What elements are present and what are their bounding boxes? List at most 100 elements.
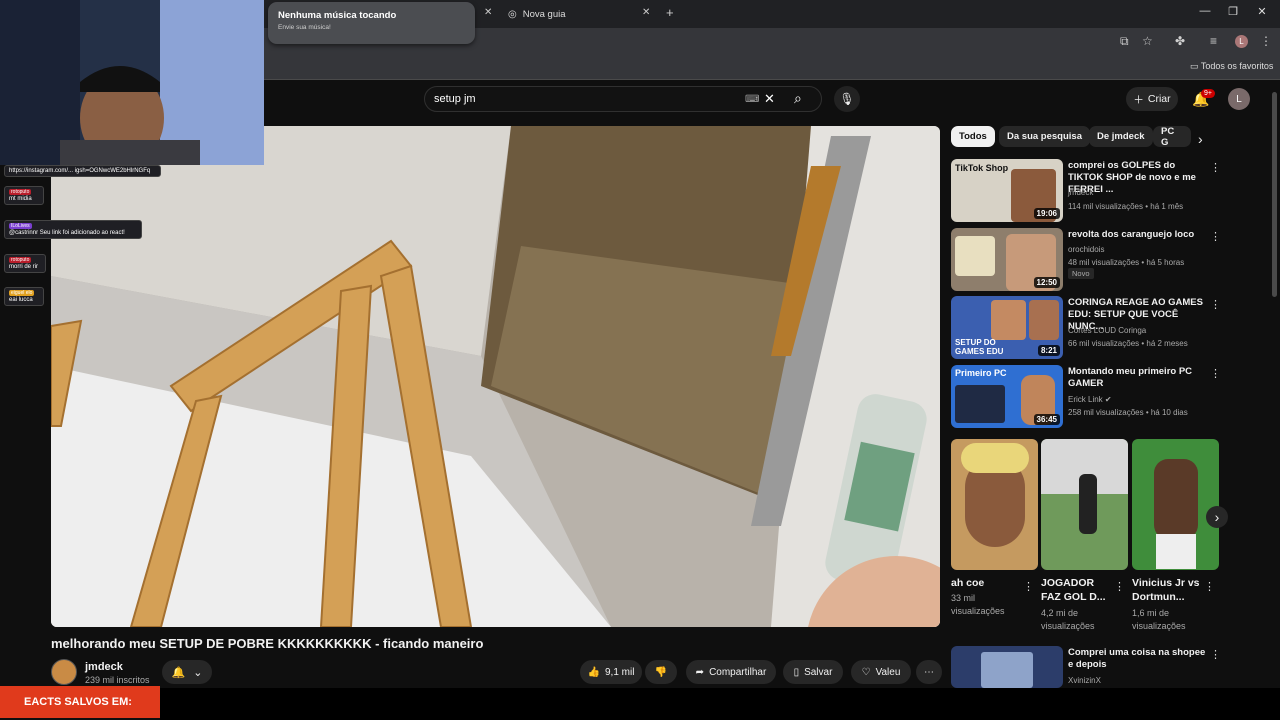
- short-thumbnail[interactable]: [951, 439, 1038, 570]
- install-app-icon[interactable]: ⧉: [1120, 34, 1129, 49]
- tab-label: Nova guia: [522, 8, 566, 20]
- folder-icon: ▭: [1190, 61, 1199, 71]
- chip-todos[interactable]: Todos: [951, 126, 995, 147]
- recommendation-item[interactable]: Primeiro PC 36:45 Montando meu primeiro …: [951, 365, 1271, 429]
- chevron-right-icon[interactable]: ›: [1198, 131, 1203, 147]
- recommendation-channel: Cortes LOUD Coringa: [1068, 326, 1147, 335]
- create-button[interactable]: ＋ Criar: [1126, 87, 1178, 111]
- thumbs-up-icon: 👍: [587, 666, 600, 678]
- extensions-icon[interactable]: ✤: [1175, 34, 1185, 48]
- short-title[interactable]: JOGADOR FAZ GOL D...: [1041, 576, 1111, 604]
- more-actions-button[interactable]: ⋯: [916, 660, 942, 684]
- super-thanks-icon: ♡: [861, 666, 871, 678]
- more-options-icon[interactable]: ⋮: [1114, 580, 1125, 593]
- chat-message: https://instagram.com/... igsh=OGNwcWE2b…: [4, 165, 161, 177]
- search-box[interactable]: [424, 86, 822, 112]
- recommendation-title: revolta dos caranguejo loco: [1068, 229, 1195, 240]
- chip-de-jmdeck[interactable]: De jmdeck: [1089, 126, 1153, 147]
- mic-button[interactable]: 🎙: [834, 86, 860, 112]
- music-notification: Nenhuma música tocando Envie sua música!: [268, 2, 475, 44]
- video-frame: [51, 126, 940, 627]
- short-title[interactable]: ah coe: [951, 576, 1021, 590]
- subscription-bell-button[interactable]: 🔔 ⌄: [162, 660, 212, 684]
- recommendation-meta: 66 mil visualizações • há 2 meses: [1068, 339, 1188, 348]
- minimize-icon[interactable]: —: [1196, 5, 1214, 17]
- recommendation-title: Montando meu primeiro PC GAMER: [1068, 366, 1193, 389]
- new-tab-icon[interactable]: +: [666, 5, 674, 20]
- chevron-right-icon: ›: [1214, 509, 1220, 525]
- video-thumbnail: TikTok Shop 19:06: [951, 159, 1063, 222]
- chat-message: rotoputo morri de rir: [4, 254, 46, 273]
- recommendation-channel: jmdeck: [1068, 188, 1094, 197]
- react-banner: EACTS SALVOS EM:: [0, 686, 160, 718]
- search-input[interactable]: setup jm: [434, 93, 476, 105]
- more-options-icon[interactable]: ⋮: [1210, 298, 1221, 311]
- short-thumbnail[interactable]: [1132, 439, 1219, 570]
- recommendation-item[interactable]: 12:50 revolta dos caranguejo loco orochi…: [951, 228, 1271, 292]
- scrollbar[interactable]: [1272, 92, 1277, 297]
- share-icon: ➦: [695, 666, 705, 678]
- recommendation-channel: XvinizinX: [1068, 676, 1101, 685]
- chat-message: ILoLives @castrinnr Seu link foi adiciona…: [4, 220, 142, 239]
- more-options-icon[interactable]: ⋮: [1210, 367, 1221, 380]
- thumbs-down-icon: 👎: [654, 666, 668, 678]
- more-options-icon[interactable]: ⋮: [1210, 161, 1221, 174]
- more-options-icon[interactable]: ⋮: [1210, 648, 1221, 661]
- recommendation-item[interactable]: TikTok Shop 19:06 comprei os GOLPES do T…: [951, 159, 1271, 223]
- recommendation-item[interactable]: Comprei uma coisa na shopee e depois Xvi…: [951, 646, 1271, 710]
- webcam-overlay: [0, 0, 264, 165]
- chip-pc-gamer[interactable]: PC G: [1153, 126, 1191, 147]
- dislike-button[interactable]: 👎: [645, 660, 677, 684]
- menu-dots-icon[interactable]: ⋮: [1260, 34, 1272, 48]
- new-badge: Novo: [1068, 268, 1094, 279]
- bell-icon: 🔔: [171, 666, 186, 679]
- close-tab-icon[interactable]: ✕: [484, 7, 492, 18]
- short-views: 33 mil visualizações: [951, 593, 1005, 616]
- plus-icon: ＋: [1133, 93, 1144, 106]
- chat-message: rotoputo mt midia: [4, 186, 44, 205]
- video-player[interactable]: [51, 126, 940, 627]
- close-window-icon[interactable]: ✕: [1253, 5, 1271, 18]
- short-title[interactable]: Vinicius Jr vs Dortmun...: [1132, 576, 1202, 604]
- channel-avatar[interactable]: [51, 659, 77, 685]
- tab-new-tab[interactable]: ◎ Nova guia: [508, 4, 658, 24]
- recommendation-meta: 114 mil visualizações • há 1 mês: [1068, 202, 1184, 211]
- notification-count-badge: 9+: [1201, 89, 1215, 98]
- chip-da-sua-pesquisa[interactable]: Da sua pesquisa: [999, 126, 1090, 147]
- chat-message: eiguel elo eai lucca: [4, 287, 44, 306]
- thanks-button[interactable]: ♡ Valeu: [851, 660, 911, 684]
- more-dots-icon: ⋯: [924, 666, 934, 678]
- media-icon[interactable]: ≡: [1210, 34, 1217, 48]
- short-views: 1,6 mi de visualizações: [1132, 608, 1186, 631]
- more-options-icon[interactable]: ⋮: [1210, 230, 1221, 243]
- search-icon[interactable]: ⌕: [794, 90, 802, 107]
- webcam-image: [0, 0, 264, 165]
- bookmark-icon: ▯: [793, 666, 800, 678]
- bookmark-star-icon[interactable]: ☆: [1142, 34, 1153, 48]
- subscriber-count: 239 mil inscritos: [85, 675, 150, 685]
- more-options-icon[interactable]: ⋮: [1204, 580, 1215, 593]
- maximize-icon[interactable]: ❐: [1224, 5, 1242, 18]
- short-thumbnail[interactable]: [1041, 439, 1128, 570]
- account-avatar[interactable]: L: [1228, 88, 1250, 110]
- mic-icon: 🎙: [839, 92, 855, 106]
- recommendation-title: Comprei uma coisa na shopee e depois: [1068, 647, 1206, 670]
- clear-search-icon[interactable]: ✕: [764, 91, 775, 107]
- like-button[interactable]: 👍 9,1 mil: [580, 660, 642, 684]
- channel-name[interactable]: jmdeck: [85, 661, 123, 673]
- globe-icon: ◎: [508, 8, 517, 20]
- save-button[interactable]: ▯ Salvar: [783, 660, 843, 684]
- recommendation-item[interactable]: SETUP DO GAMES EDU 8:21 CORINGA REAGE AO…: [951, 296, 1271, 360]
- all-bookmarks-button[interactable]: ▭ Todos os favoritos: [1190, 61, 1273, 72]
- verified-icon: ✔: [1104, 395, 1112, 404]
- close-tab-icon[interactable]: ✕: [642, 7, 650, 18]
- short-views: 4,2 mi de visualizações: [1041, 608, 1095, 631]
- more-options-icon[interactable]: ⋮: [1023, 580, 1034, 593]
- keyboard-icon[interactable]: ⌨: [745, 94, 759, 105]
- profile-avatar[interactable]: L: [1235, 35, 1248, 48]
- recommendation-channel: orochidois: [1068, 245, 1105, 254]
- shorts-next-button[interactable]: ›: [1206, 506, 1228, 528]
- video-thumbnail: SETUP DO GAMES EDU 8:21: [951, 296, 1063, 359]
- recommendation-meta: 258 mil visualizações • há 10 dias: [1068, 408, 1188, 417]
- share-button[interactable]: ➦ Compartilhar: [686, 660, 776, 684]
